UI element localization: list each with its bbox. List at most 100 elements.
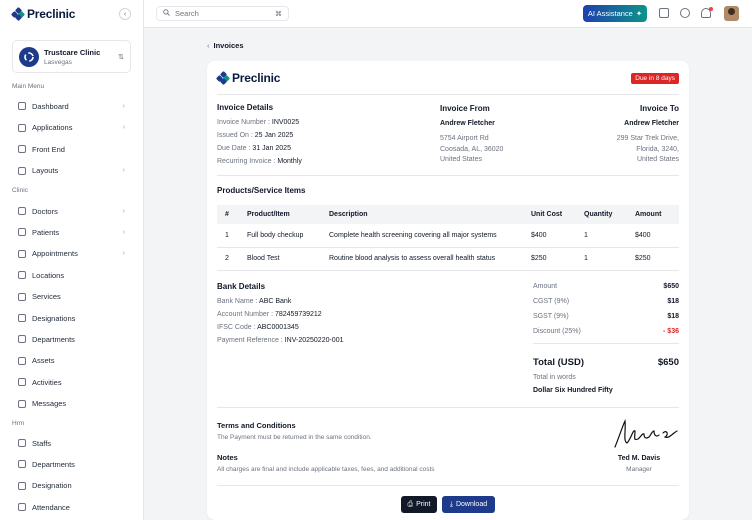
messages-icon [18,399,26,408]
dashboard-icon [18,102,26,110]
account-number-row: Account Number : 782459739212 [217,311,322,318]
sidebar-item-label: Designation [32,481,72,491]
sidebar-item-attendance[interactable]: Attendance [12,500,131,514]
print-button[interactable]: ⎙ Print [401,496,437,513]
sidebar-item-departments[interactable]: Departments [12,332,131,346]
sidebar-item-designation[interactable]: Designation [12,479,131,493]
table-row: 1 Full body checkup Complete health scre… [217,224,679,248]
settings-icon[interactable] [680,8,690,18]
ifsc-code: ABC0001345 [257,324,299,331]
chevron-left-icon: ‹ [123,10,127,18]
brand-logo[interactable]: Preclinic [10,6,75,22]
bank-details-title: Bank Details [217,282,266,291]
invoice-to-title: Invoice To [640,104,679,113]
user-avatar[interactable] [724,6,739,21]
table-cell: Routine blood analysis to assess overall… [321,247,523,271]
chevron-right-icon: › [122,167,125,174]
items-title: Products/Service Items [217,186,306,195]
table-cell: 1 [576,247,627,271]
sidebar-item-messages[interactable]: Messages [12,397,131,411]
account-number: 782459739212 [274,311,322,318]
download-button[interactable]: ⤓ Download [442,496,495,513]
issued-on-row: Issued On : 25 Jan 2025 [217,132,294,139]
chevron-right-icon: › [122,228,125,236]
sidebar-item-applications[interactable]: Applications › [12,121,131,135]
due-badge: Due in 8 days [631,73,679,84]
section-main-menu: Main Menu [12,83,45,90]
locations-icon [18,271,26,280]
recurring-row: Recurring Invoice : Monthly [217,158,302,165]
chevron-right-icon: › [122,207,125,215]
notes-title: Notes [217,453,238,462]
designations-icon [18,314,26,322]
clinic-location: Lasvegas [44,58,72,66]
sidebar-item-label: Front End [32,144,65,154]
back-link-label: Invoices [213,41,244,50]
sidebar-item-activities[interactable]: Activities [12,375,131,389]
notification-dot [709,7,713,11]
total-amount: $650 [657,357,679,368]
issued-date: 25 Jan 2025 [254,132,294,139]
chevron-left-icon: ‹ [207,41,210,50]
layouts-icon [18,166,26,175]
total-words-label: Total in words [533,374,576,381]
shortcut-hint: ⌘ [275,10,282,18]
sidebar-item-layouts[interactable]: Layouts › [12,164,131,178]
column-header: Quantity [576,205,627,224]
sidebar-item-label: Designations [32,313,76,323]
sidebar-item-appointments[interactable]: Appointments › [12,247,131,261]
patients-icon [18,228,26,237]
sidebar-item-locations[interactable]: Locations [12,268,131,282]
switch-icon: ⇅ [118,53,124,61]
column-header: # [217,205,239,224]
search-box[interactable]: ⌘ [156,6,289,21]
invoice-from-title: Invoice From [440,104,490,113]
recurring-value: Monthly [277,158,302,165]
sidebar-item-designations[interactable]: Designations [12,311,131,325]
column-header: Description [321,205,523,224]
sidebar-item-label: Appointments [32,249,78,259]
ai-assistance-button[interactable]: AI Assistance ✦ [583,5,647,22]
signer-name: Ted M. Davis [617,455,661,462]
invoice-card: Preclinic Due in 8 days Invoice Details … [207,61,689,520]
print-icon: ⎙ [407,500,414,508]
sidebar-item-front-end[interactable]: Front End [12,142,131,156]
sidebar-item-label: Departments [32,334,75,344]
sidebar-item-services[interactable]: Services [12,290,131,304]
sidebar-item-label: Attendance [32,502,70,512]
collapse-sidebar-button[interactable]: ‹ [119,8,131,20]
back-link[interactable]: ‹ Invoices [207,41,244,50]
chevron-right-icon: › [122,102,125,110]
search-input[interactable] [175,9,265,18]
chevron-right-icon: › [122,124,125,131]
clinic-name: Trustcare Clinic [44,47,101,57]
table-cell: $400 [627,224,679,248]
sidebar-item-label: Layouts [32,166,59,175]
sidebar-item-label: Messages [32,399,67,409]
invoice-logo: Preclinic [215,70,280,86]
sidebar-item-doctors[interactable]: Doctors › [12,204,131,218]
sidebar-item-label: Locations [32,270,65,280]
summary-cgst: CGST (9%) $18 [533,298,679,305]
bank-name-row: Bank Name : ABC Bank [217,298,292,305]
print-label: Print [416,501,431,508]
section-hrm: Hrm [12,420,25,427]
table-row: 2 Blood Test Routine blood analysis to a… [217,247,679,271]
summary-sgst: SGST (9%) $18 [533,313,679,320]
divider [217,485,679,486]
sidebar-item-assets[interactable]: Assets [12,354,131,368]
top-header: ⌘ AI Assistance ✦ [144,0,752,28]
sidebar-item-label: Applications [32,123,73,132]
column-header: Unit Cost [523,205,576,224]
clinic-switcher[interactable]: Trustcare Clinic Lasvegas ⇅ [12,40,131,73]
sidebar-item-departments[interactable]: Departments [12,457,131,471]
sidebar-item-staffs[interactable]: Staffs [12,436,131,450]
activities-icon [18,378,26,387]
sidebar-item-patients[interactable]: Patients › [12,225,131,239]
payment-reference-row: Payment Reference : INV-20250220-001 [217,337,344,344]
sidebar-item-dashboard[interactable]: Dashboard › [12,99,131,113]
calendar-icon[interactable] [659,8,669,18]
sidebar-item-label: Activities [32,377,62,387]
sidebar-item-label: Assets [32,356,55,366]
table-cell: Full body checkup [239,224,321,248]
